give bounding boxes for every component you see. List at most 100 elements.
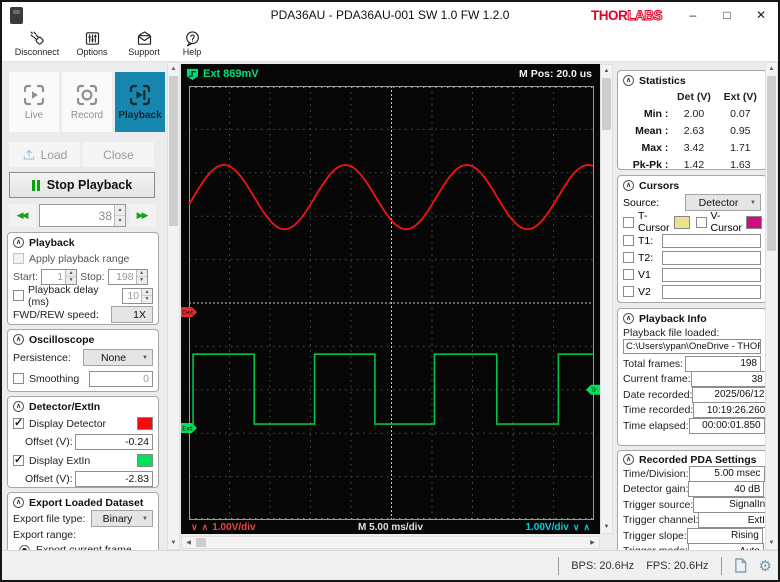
v1-input[interactable]	[662, 268, 761, 282]
apply-range-checkbox[interactable]	[13, 253, 24, 264]
detector-offset-input[interactable]: -0.24	[75, 434, 153, 450]
speed-button[interactable]: 1X	[111, 306, 153, 323]
oscilloscope-group: ∧ Oscilloscope Persistence: None ▼ Smoot…	[7, 329, 159, 392]
scroll-left-icon[interactable]: ◀	[182, 537, 195, 548]
record-mode-button[interactable]: Record	[62, 72, 112, 132]
collapse-icon[interactable]: ∧	[623, 75, 634, 86]
scrollbar-thumb[interactable]	[196, 538, 206, 547]
right-panel: ∧ Statistics Det (V) Ext (V) Min : 2.00 …	[615, 62, 778, 550]
v-cursor-checkbox[interactable]	[696, 217, 707, 228]
display-detector-checkbox[interactable]	[13, 418, 24, 429]
time-elapsed-value: 00:00:01.850	[689, 418, 765, 434]
playback-delay-input[interactable]: 10 ▲▼	[122, 288, 153, 304]
v2-checkbox[interactable]	[623, 286, 634, 297]
support-icon	[136, 30, 153, 47]
spinner-down-icon[interactable]: ▼	[115, 216, 125, 226]
detector-gain-value: 40 dB	[688, 481, 764, 497]
v1-checkbox[interactable]	[623, 269, 634, 280]
export-file-type-dropdown[interactable]: Binary ▼	[91, 510, 153, 527]
playback-mode-button[interactable]: Playback	[115, 72, 165, 132]
scale-down-icon[interactable]: ∨	[191, 522, 198, 533]
export-group: ∧ Export Loaded Dataset Export file type…	[7, 492, 159, 550]
frame-number-input[interactable]: 38 ▲ ▼	[39, 204, 126, 227]
detector-color-swatch[interactable]	[137, 417, 153, 430]
scroll-up-icon[interactable]: ▲	[168, 63, 179, 75]
export-current-frame-radio[interactable]	[19, 545, 30, 551]
t-cursor-color-swatch[interactable]	[674, 216, 690, 229]
document-icon[interactable]	[734, 558, 747, 573]
extin-color-swatch[interactable]	[137, 454, 153, 467]
svg-text:Ext: Ext	[182, 424, 193, 432]
right-panel-scrollbar[interactable]: ▲ ▼	[765, 62, 778, 550]
t1-checkbox[interactable]	[623, 235, 634, 246]
main-area: Live Record Playback	[2, 62, 778, 550]
scroll-right-icon[interactable]: ▶	[586, 537, 599, 548]
extin-offset-input[interactable]: -2.83	[75, 471, 153, 487]
spinner-down-icon[interactable]: ▼	[142, 296, 152, 303]
scroll-down-icon[interactable]: ▼	[601, 521, 612, 533]
collapse-icon[interactable]: ∧	[13, 497, 24, 508]
rewind-button[interactable]: ◀◀	[9, 204, 36, 227]
gear-icon[interactable]: ⚙	[759, 557, 772, 575]
stop-playback-button[interactable]: Stop Playback	[9, 172, 155, 198]
start-input[interactable]: 1 ▲▼	[41, 269, 77, 285]
scroll-up-icon[interactable]: ▲	[766, 63, 777, 75]
collapse-icon[interactable]: ∧	[13, 334, 24, 345]
support-button[interactable]: Support	[118, 28, 170, 57]
scope-vertical-scrollbar[interactable]: ▲ ▼	[600, 64, 613, 534]
scroll-down-icon[interactable]: ▼	[168, 537, 179, 549]
spinner-up-icon[interactable]: ▲	[137, 270, 147, 278]
fast-forward-button[interactable]: ▶▶	[129, 204, 156, 227]
stop-input[interactable]: 198 ▲▼	[108, 269, 148, 285]
display-extin-checkbox[interactable]	[13, 455, 24, 466]
collapse-icon[interactable]: ∧	[623, 313, 634, 324]
help-button[interactable]: Help	[170, 28, 214, 57]
v-cursor-color-swatch[interactable]	[746, 216, 762, 229]
options-button[interactable]: Options	[66, 28, 118, 57]
cursor-source-dropdown[interactable]: Detector ▼	[685, 194, 761, 211]
record-icon	[75, 83, 99, 107]
scope-horizontal-scrollbar[interactable]: ◀ ▶	[181, 536, 600, 549]
stat-row-max: Max : 3.42 1.71	[623, 139, 761, 156]
v2-label: V2	[638, 286, 658, 298]
scale-down-icon[interactable]: ∨	[573, 522, 580, 533]
detector-group-title: Detector/ExtIn	[29, 401, 100, 413]
playback-delay-checkbox[interactable]	[13, 290, 24, 301]
collapse-icon[interactable]: ∧	[623, 454, 634, 465]
scrollbar-thumb[interactable]	[602, 78, 611, 130]
oscilloscope-display: Ext 869mV M Pos: 20.0 us DetExtTr ∨ ∧ 1.…	[181, 64, 600, 534]
v2-input[interactable]	[662, 285, 761, 299]
t1-input[interactable]	[662, 234, 761, 248]
load-close-row: Load Close	[9, 142, 154, 167]
spinner-up-icon[interactable]: ▲	[115, 205, 125, 216]
fast-forward-icon: ▶▶	[137, 210, 147, 221]
time-recorded-row: Time recorded: 10:19:26.260	[623, 403, 761, 419]
scroll-down-icon[interactable]: ▼	[766, 537, 777, 549]
spinner-up-icon[interactable]: ▲	[66, 270, 76, 278]
smoothing-checkbox[interactable]	[13, 373, 24, 384]
load-button[interactable]: Load	[9, 142, 80, 167]
scrollbar-thumb[interactable]	[169, 76, 178, 226]
left-panel-scrollbar[interactable]: ▲ ▼	[167, 62, 180, 550]
close-playback-button[interactable]: Close	[83, 142, 154, 167]
playback-file-input[interactable]: C:\Users\ypan\OneDrive - THORLA	[623, 339, 761, 354]
persistence-dropdown[interactable]: None ▼	[83, 349, 153, 366]
collapse-icon[interactable]: ∧	[13, 401, 24, 412]
collapse-icon[interactable]: ∧	[13, 237, 24, 248]
spinner-down-icon[interactable]: ▼	[137, 277, 147, 284]
live-mode-button[interactable]: Live	[9, 72, 59, 132]
frame-navigation: ◀◀ 38 ▲ ▼ ▶▶	[9, 204, 156, 227]
spinner-up-icon[interactable]: ▲	[142, 289, 152, 297]
t-cursor-checkbox[interactable]	[623, 217, 634, 228]
disconnect-button[interactable]: Disconnect	[8, 28, 66, 57]
scale-up-icon[interactable]: ∧	[583, 522, 590, 533]
collapse-icon[interactable]: ∧	[623, 180, 634, 191]
scale-up-icon[interactable]: ∧	[202, 522, 209, 533]
smoothing-input[interactable]: 0	[89, 371, 153, 387]
scroll-up-icon[interactable]: ▲	[601, 65, 612, 77]
t2-input[interactable]	[662, 251, 761, 265]
scrollbar-thumb[interactable]	[767, 76, 776, 251]
t2-checkbox[interactable]	[623, 252, 634, 263]
time-division-value: 5.00 msec	[689, 466, 765, 482]
svg-text:Tr: Tr	[590, 386, 597, 394]
